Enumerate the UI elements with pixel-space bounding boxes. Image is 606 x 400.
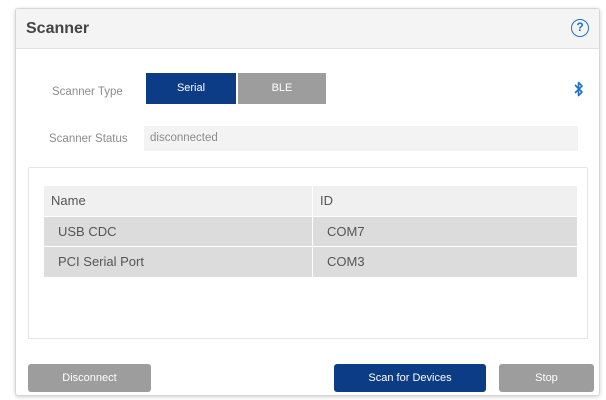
bluetooth-icon [574, 81, 583, 97]
panel-header: Scanner ? [16, 9, 599, 49]
device-id-cell: COM7 [312, 217, 577, 247]
scanner-type-ble-button[interactable]: BLE [238, 73, 326, 104]
device-list: Name ID USB CDC COM7 PCI Serial Port COM… [28, 167, 588, 339]
device-id-cell: COM3 [312, 247, 577, 277]
disconnect-button[interactable]: Disconnect [28, 364, 151, 392]
scanner-type-label: Scanner Type [52, 86, 123, 98]
device-table: Name ID USB CDC COM7 PCI Serial Port COM… [44, 186, 577, 277]
scan-for-devices-button[interactable]: Scan for Devices [334, 364, 486, 392]
scanner-status-field: disconnected [144, 126, 578, 151]
column-header-name: Name [44, 186, 312, 216]
stop-button[interactable]: Stop [499, 364, 594, 392]
scanner-panel: Scanner ? Scanner Type Serial BLE Scanne… [15, 8, 600, 396]
help-icon[interactable]: ? [571, 19, 589, 37]
table-header-row: Name ID [44, 186, 577, 216]
panel-title: Scanner [26, 20, 90, 37]
device-name-cell: PCI Serial Port [44, 247, 312, 277]
device-name-cell: USB CDC [44, 217, 312, 247]
column-header-id: ID [312, 186, 577, 216]
scanner-type-serial-button[interactable]: Serial [146, 73, 236, 104]
table-row[interactable]: USB CDC COM7 [44, 216, 577, 247]
scanner-status-label: Scanner Status [49, 133, 128, 145]
table-row[interactable]: PCI Serial Port COM3 [44, 246, 577, 277]
